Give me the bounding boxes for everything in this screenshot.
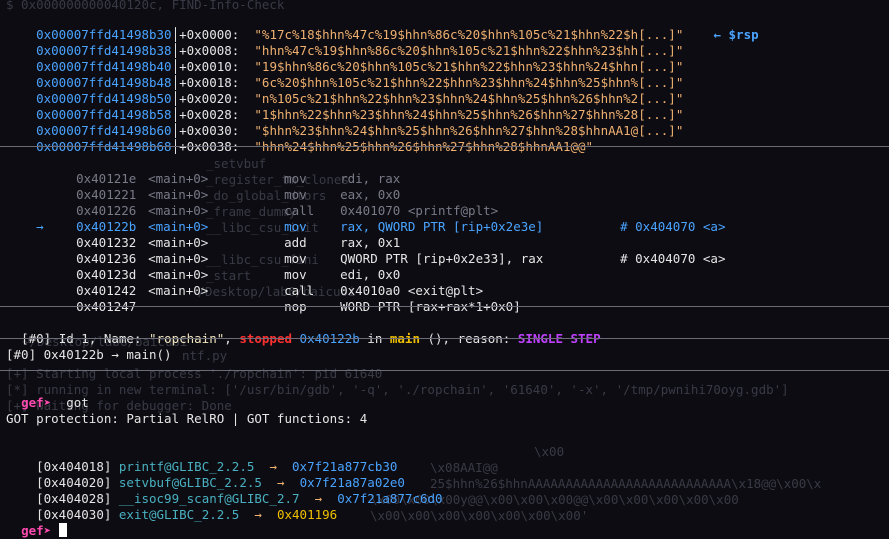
section-divider [0, 306, 889, 307]
ghost-line: [*] running in new terminal: ['/usr/bin/… [6, 382, 789, 397]
got-entry[interactable]: [0x404028] __isoc99_scanf@GLIBC_2.7 → 0x… [6, 475, 442, 506]
ghost-line: \x00\x00\x00\x00\x00\x00\x00' [370, 508, 589, 523]
code-line[interactable]: 0x401221 <main+0> mov eax, 0x0 [6, 171, 400, 202]
code-comment: # 0x404070 <a> [620, 251, 726, 266]
code-line[interactable]: 0x401247 nop WORD PTR [rax+rax*1+0x0] [6, 283, 521, 314]
gef-prompt: gef➤ [21, 395, 52, 410]
thread-line[interactable]: [#0] Id 1, Name: "ropchain", stopped 0x4… [6, 315, 601, 346]
stack-line[interactable]: 0x00007ffd41498b38│+0x0008: "hhn%47c%19$… [6, 27, 683, 58]
section-divider [0, 146, 889, 147]
code-line[interactable]: 0x40123d <main+0> mov edi, 0x0 [6, 251, 400, 282]
ghost-line: 25$hhn%26$hhnAAAAAAAAAAAAAAAAAAAAAAAAAAA… [430, 476, 822, 491]
stack-line[interactable]: 0x00007ffd41498b68│+0x0038: "hhn%24$hhn%… [6, 123, 593, 154]
got-entry-symbol: exit@GLIBC_2.2.5 [118, 507, 240, 522]
stack-line[interactable]: 0x00007ffd41498b50│+0x0020: "n%105c%21$h… [6, 75, 683, 106]
stack-line[interactable]: 0x00007ffd41498b30│+0x0000: "%17c%18$hhn… [6, 11, 759, 42]
ghost-line: \x00 [534, 444, 565, 459]
text-cursor[interactable] [58, 523, 67, 537]
stack-line[interactable]: 0x00007ffd41498b60│+0x0030: "$hhn%23$hhn… [6, 107, 683, 138]
got-header: GOT protection: Partial RelRO | GOT func… [6, 411, 368, 426]
ghost-line: ntf.py [182, 348, 228, 363]
code-opcode: nop [284, 299, 307, 314]
command-text: got [66, 395, 89, 410]
code-line[interactable]: 0x40121e <main+0> mov rdi, rax [6, 155, 400, 186]
stack-line[interactable]: 0x00007ffd41498b40│+0x0010: "19$hhn%86c%… [6, 43, 683, 74]
got-entry-value: 0x7f21a877c6d0 [337, 491, 443, 506]
stack-line[interactable]: 0x00007ffd41498b58│+0x0028: "1$hhn%22$hh… [6, 91, 683, 122]
got-entry[interactable]: [0x404030] exit@GLIBC_2.2.5 → 0x401196 [6, 491, 337, 522]
section-divider [0, 370, 889, 371]
trace-frame[interactable]: [#0] 0x40122b → main() [6, 347, 172, 363]
code-comment: # 0x404070 <a> [620, 219, 726, 234]
code-address: 0x401247 [76, 299, 137, 314]
rsp-pointer-tag: ← $rsp [713, 27, 759, 42]
section-divider [0, 338, 889, 339]
code-line[interactable]: 0x401232 <main+0> add rax, 0x1 [6, 219, 400, 250]
got-entry[interactable]: [0x404018] printf@GLIBC_2.2.5 → 0x7f21a8… [6, 443, 397, 474]
input-line[interactable]: gef➤ [6, 507, 67, 538]
current-instruction-line[interactable]: → 0x40122b <main+0> mov rax, QWORD PTR [rip+… [6, 203, 725, 234]
code-line[interactable]: 0x401226 <main+0> call 0x401070 <printf@plt… [6, 187, 498, 218]
code-line[interactable]: 0x401236 <main+0> mov QWORD PTR [rip+0x2e33… [6, 235, 725, 266]
got-entry-value: 0x401196 [276, 507, 338, 522]
code-line[interactable]: 0x401242 <main+0> call 0x4010a0 <exit@plt> [6, 267, 483, 298]
command-line[interactable]: gef➤ got [6, 379, 89, 410]
stack-line[interactable]: 0x00007ffd41498b48│+0x0018: "6c%20$hhn%1… [6, 59, 683, 90]
got-entry[interactable]: [0x404020] setvbuf@GLIBC_2.2.5 → 0x7f21a… [6, 459, 405, 490]
arrow-right-icon: → [254, 507, 262, 522]
ghost-line: \x08AAI@@ [430, 460, 498, 475]
